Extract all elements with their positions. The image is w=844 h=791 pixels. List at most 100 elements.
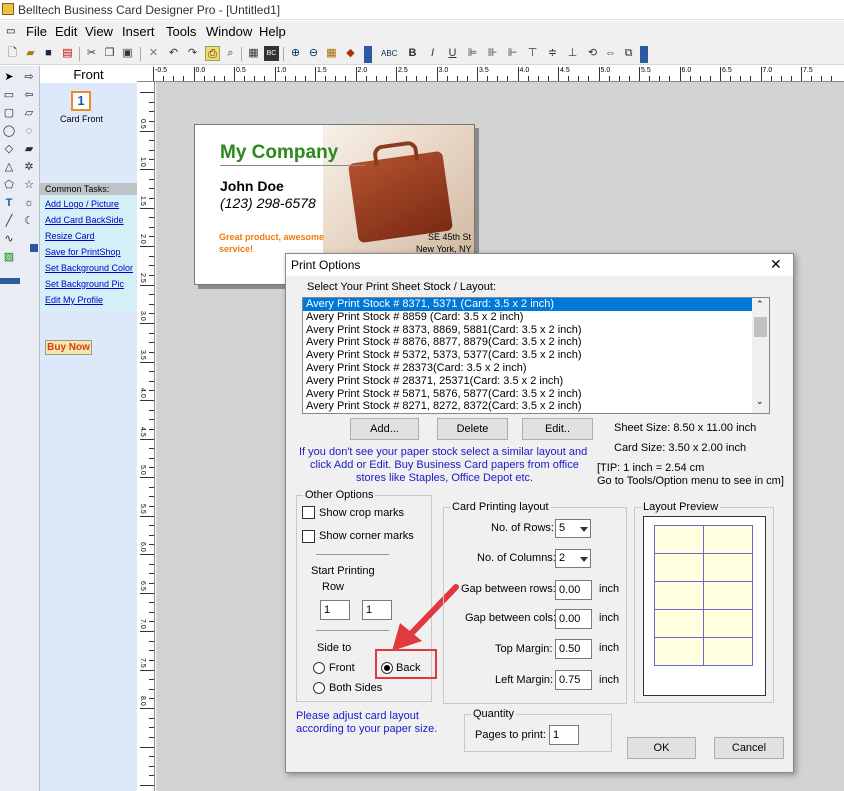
scroll-thumb[interactable]: [754, 317, 767, 337]
scroll-up-icon[interactable]: ⌃: [756, 299, 764, 310]
stock-item[interactable]: Avery Print Stock # 8859 (Card: 3.5 x 2 …: [303, 311, 769, 324]
menu-insert[interactable]: Insert: [122, 24, 155, 39]
gap-rows-input[interactable]: 0.00: [555, 580, 592, 600]
doc-menu-icon[interactable]: ▭: [6, 26, 15, 37]
stock-item[interactable]: Avery Print Stock # 8271, 8272, 8372(Car…: [303, 400, 769, 413]
text-tool-icon[interactable]: T: [2, 196, 16, 210]
ok-button[interactable]: OK: [627, 737, 696, 759]
align-left-icon[interactable]: ⊫: [465, 46, 480, 61]
stock-item[interactable]: Avery Print Stock # 8371, 5371 (Card: 3.…: [303, 298, 769, 311]
menu-view[interactable]: View: [85, 24, 113, 39]
open-icon[interactable]: ▰: [23, 46, 38, 61]
zoom-in-icon[interactable]: ⊕: [288, 46, 303, 61]
buy-now-button[interactable]: Buy Now: [45, 340, 92, 355]
parallelogram-tool-icon[interactable]: ▰: [22, 142, 36, 156]
pdf-icon[interactable]: ▤: [60, 46, 75, 61]
diamond-tool-icon[interactable]: ◇: [2, 142, 16, 156]
menu-edit[interactable]: Edit: [55, 24, 77, 39]
gear-tool-icon[interactable]: ✲: [22, 160, 36, 174]
rounded-rect-tool-icon[interactable]: ▢: [2, 106, 16, 120]
bold-icon[interactable]: B: [405, 46, 420, 61]
align-right-icon[interactable]: ⊩: [505, 46, 520, 61]
align-top-icon[interactable]: ⊤: [525, 46, 540, 61]
callout-tool-icon[interactable]: ▱: [22, 106, 36, 120]
menu-tools[interactable]: Tools: [166, 24, 196, 39]
stock-item[interactable]: Avery Print Stock # 28371, 25371(Card: 3…: [303, 375, 769, 388]
both-sides-radio[interactable]: [313, 682, 325, 694]
delete-button[interactable]: Delete: [437, 418, 508, 440]
both-sides-label[interactable]: Both Sides: [329, 682, 382, 694]
new-icon[interactable]: 🗋: [5, 46, 20, 61]
task-add-logo[interactable]: Add Logo / Picture: [45, 199, 119, 209]
settings-icon[interactable]: ▦: [246, 46, 261, 61]
image-tool-icon[interactable]: ▨: [2, 250, 16, 264]
stock-listbox[interactable]: Avery Print Stock # 8371, 5371 (Card: 3.…: [302, 297, 770, 414]
stock-item[interactable]: Avery Print Stock # 28373(Card: 3.5 x 2 …: [303, 362, 769, 375]
polygon-tool-icon[interactable]: ⬠: [2, 178, 16, 192]
cols-dropdown[interactable]: 2: [555, 549, 591, 568]
arrow-tool-icon[interactable]: ⇨: [22, 70, 36, 84]
task-edit-profile[interactable]: Edit My Profile: [45, 295, 103, 305]
rectangle-tool-icon[interactable]: ▭: [2, 88, 16, 102]
task-resize-card[interactable]: Resize Card: [45, 231, 95, 241]
tool-strip-handle[interactable]: [30, 244, 38, 252]
sun-tool-icon[interactable]: ☼: [22, 196, 36, 210]
menu-file[interactable]: File: [26, 24, 47, 39]
star-tool-icon[interactable]: ☆: [22, 178, 36, 192]
triangle-tool-icon[interactable]: △: [2, 160, 16, 174]
delete-icon[interactable]: ✕: [146, 46, 161, 61]
edit-button[interactable]: Edit..: [522, 418, 593, 440]
bring-front-icon[interactable]: ⧉: [621, 46, 636, 61]
undo-icon[interactable]: ↶: [166, 46, 181, 61]
line-tool-icon[interactable]: ╱: [2, 214, 16, 228]
top-margin-input[interactable]: 0.50: [555, 639, 592, 659]
cancel-button[interactable]: Cancel: [714, 737, 784, 759]
cut-icon[interactable]: ✂: [84, 46, 99, 61]
moon-tool-icon[interactable]: ☾: [22, 214, 36, 228]
zoom-out-icon[interactable]: ⊖: [306, 46, 321, 61]
stock-item[interactable]: Avery Print Stock # 5871, 5876, 5877(Car…: [303, 388, 769, 401]
align-center-icon[interactable]: ⊪: [485, 46, 500, 61]
underline-icon[interactable]: U: [445, 46, 460, 61]
task-add-backside[interactable]: Add Card BackSide: [45, 215, 124, 225]
crop-marks-label[interactable]: Show crop marks: [319, 507, 404, 519]
rows-dropdown[interactable]: 5: [555, 519, 591, 538]
corner-marks-checkbox[interactable]: [302, 530, 315, 543]
scroll-down-icon[interactable]: ⌄: [756, 396, 764, 407]
redo-icon[interactable]: ↷: [185, 46, 200, 61]
curve-tool-icon[interactable]: ∿: [2, 232, 16, 246]
crop-marks-checkbox[interactable]: [302, 506, 315, 519]
close-icon[interactable]: ✕: [770, 256, 782, 273]
task-set-bg-pic[interactable]: Set Background Pic: [45, 279, 124, 289]
corner-marks-label[interactable]: Show corner marks: [319, 530, 414, 542]
gap-cols-input[interactable]: 0.00: [555, 609, 592, 629]
start-row-input[interactable]: 1: [320, 600, 350, 620]
stock-item[interactable]: Avery Print Stock # 8876, 8877, 8879(Car…: [303, 336, 769, 349]
card-front-thumbnail[interactable]: 1: [71, 91, 91, 111]
ellipse-tool-icon[interactable]: ◯: [2, 124, 16, 138]
pointer-tool-icon[interactable]: ➤: [2, 70, 16, 84]
italic-icon[interactable]: I: [425, 46, 440, 61]
color-icon[interactable]: ◆: [343, 46, 358, 61]
front-label[interactable]: Front: [329, 662, 355, 674]
save-icon[interactable]: ■: [41, 46, 56, 61]
task-set-bg-color[interactable]: Set Background Color: [45, 263, 133, 273]
toolbar-handle[interactable]: [640, 46, 648, 63]
menu-window[interactable]: Window: [206, 24, 252, 39]
spell-icon[interactable]: ABC: [381, 46, 397, 61]
pages-input[interactable]: 1: [549, 725, 579, 745]
paste-icon[interactable]: ▣: [120, 46, 135, 61]
grid-icon[interactable]: ▦: [324, 46, 339, 61]
align-middle-icon[interactable]: ≑: [545, 46, 560, 61]
stock-scrollbar[interactable]: ⌃ ⌄: [752, 298, 769, 413]
left-margin-input[interactable]: 0.75: [555, 670, 592, 690]
print-preview-icon[interactable]: ⌕: [223, 46, 238, 61]
arrow-left-tool-icon[interactable]: ⇦: [22, 88, 36, 102]
menu-help[interactable]: Help: [259, 24, 286, 39]
stock-item[interactable]: Avery Print Stock # 8373, 8869, 5881(Car…: [303, 324, 769, 337]
add-button[interactable]: Add...: [350, 418, 419, 440]
copy-icon[interactable]: ❐: [102, 46, 117, 61]
align-bottom-icon[interactable]: ⊥: [565, 46, 580, 61]
toolbar-handle[interactable]: [364, 46, 372, 63]
barcode-icon[interactable]: BC: [264, 46, 279, 61]
